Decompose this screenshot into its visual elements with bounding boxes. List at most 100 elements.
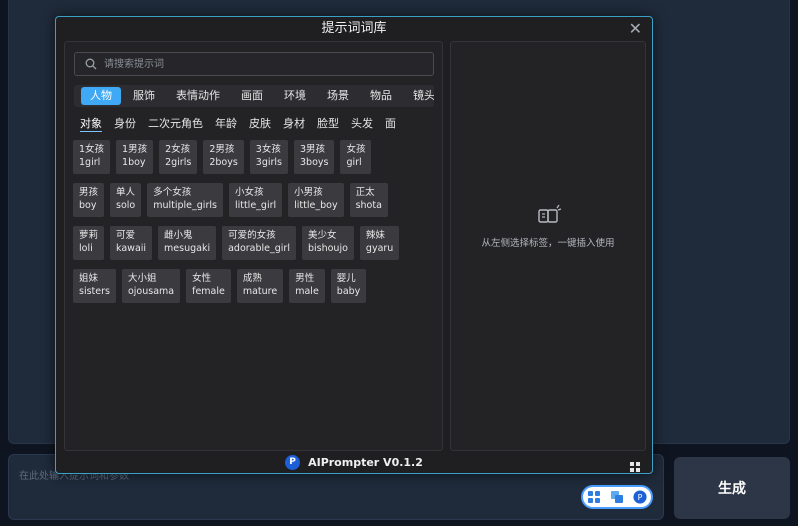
tag-zh-label: 小男孩 — [294, 187, 323, 198]
tab-subcategory-5[interactable]: 身材 — [283, 115, 305, 131]
tag-chip[interactable]: 小男孩 little_boy — [288, 183, 344, 217]
tab-subcategory-4[interactable]: 皮肤 — [249, 115, 271, 131]
tag-chip[interactable]: 可爱 kawaii — [110, 226, 153, 260]
tag-en-label: little_girl — [234, 200, 277, 211]
tag-zh-label: 1男孩 — [122, 144, 148, 155]
tag-en-label: 1boy — [122, 157, 146, 168]
tag-chip[interactable]: 美少女 bishoujo — [301, 226, 354, 260]
tag-zh-label: 美少女 — [307, 230, 337, 241]
dialog-footer: P AIPrompter V0.1.2 — [56, 451, 652, 473]
tag-zh-label: 2女孩 — [165, 144, 191, 155]
svg-text:P: P — [637, 493, 642, 502]
tag-zh-label: 多个女孩 — [153, 187, 192, 198]
tag-chip[interactable]: 女孩 girl — [340, 140, 372, 174]
tag-zh-label: 男性 — [295, 273, 315, 284]
translate-tool-icon[interactable] — [610, 490, 624, 504]
tag-en-label: ojousama — [127, 286, 175, 297]
tag-en-label: 1girl — [79, 157, 101, 168]
aiprompter-tool-icon[interactable]: P — [633, 490, 647, 504]
tag-en-label: girl — [346, 157, 362, 168]
tag-en-label: male — [295, 286, 319, 297]
tag-en-label: mesugaki — [164, 243, 211, 254]
aiprompter-logo: P — [285, 454, 301, 470]
tag-chip[interactable]: 小女孩 little_girl — [228, 183, 283, 217]
search-input[interactable] — [102, 57, 406, 71]
tag-chip[interactable]: 男孩 boy — [73, 183, 105, 217]
tag-en-label: shota — [355, 200, 382, 211]
tag-zh-label: 萝莉 — [79, 230, 99, 241]
tag-chip[interactable]: 2男孩 2boys — [203, 140, 244, 174]
tag-zh-label: 女孩 — [346, 144, 366, 155]
tab-category-6[interactable]: 物品 — [361, 87, 401, 105]
tag-zh-label: 正太 — [355, 187, 375, 198]
tag-chip[interactable]: 3女孩 3girls — [249, 140, 288, 174]
tag-zh-label: 成熟 — [242, 273, 262, 284]
tag-en-label: kawaii — [116, 243, 147, 254]
prompt-library-dialog: 提示词词库 ✕ 人物服饰表情动作画面环境场景物品镜头 对象身份二次元角色年龄皮肤… — [55, 16, 653, 474]
tag-chip[interactable]: 男性 male — [289, 269, 325, 303]
tag-chip[interactable]: 雌小鬼 mesugaki — [158, 226, 217, 260]
tag-zh-label: 单人 — [116, 187, 136, 198]
tag-row: 男孩 boy 单人 solo 多个女孩 multiple_girls 小女孩 little_g… — [73, 183, 438, 217]
tag-chip[interactable]: 正太 shota — [349, 183, 388, 217]
tag-en-label: bishoujo — [307, 243, 348, 254]
tag-zh-label: 女性 — [192, 273, 212, 284]
tag-en-label: female — [192, 286, 225, 297]
tag-chip[interactable]: 女性 female — [186, 269, 231, 303]
tag-chip[interactable]: 1女孩 1girl — [73, 140, 111, 174]
tab-subcategory-1[interactable]: 身份 — [114, 115, 136, 131]
tag-chip[interactable]: 单人 solo — [110, 183, 142, 217]
book-sparkle-icon — [536, 204, 562, 226]
tag-chip[interactable]: 3男孩 3boys — [294, 140, 335, 174]
version-label: AIPrompter V0.1.2 — [308, 455, 423, 469]
generate-button[interactable]: 生成 — [674, 457, 790, 519]
tag-chip[interactable]: 辣妹 gyaru — [359, 226, 400, 260]
tag-zh-label: 2男孩 — [209, 144, 235, 155]
tag-chip[interactable]: 1男孩 1boy — [116, 140, 154, 174]
tag-chip[interactable]: 2女孩 2girls — [159, 140, 198, 174]
grid-tool-icon[interactable] — [587, 490, 601, 504]
search-box[interactable] — [74, 52, 434, 76]
tab-category-1[interactable]: 服饰 — [124, 87, 164, 105]
tab-subcategory-3[interactable]: 年龄 — [215, 115, 237, 131]
tag-zh-label: 辣妹 — [365, 230, 385, 241]
tag-zh-label: 大小姐 — [127, 273, 157, 284]
tab-category-2[interactable]: 表情动作 — [167, 87, 229, 105]
dialog-title: 提示词词库 — [321, 21, 387, 36]
tab-category-4[interactable]: 环境 — [275, 87, 315, 105]
tag-grid: 1女孩 1girl 1男孩 1boy 2女孩 2girls 2男孩 2boys 3女孩 3girl… — [73, 140, 438, 312]
tag-zh-label: 小女孩 — [234, 187, 264, 198]
tag-zh-label: 雌小鬼 — [164, 230, 193, 241]
tab-category-3[interactable]: 画面 — [232, 87, 272, 105]
subcategory-tabs: 对象 身份 二次元角色 年龄 皮肤 身材 脸型 头发面 — [80, 114, 440, 132]
grid-icon[interactable] — [630, 457, 640, 472]
tab-category-5[interactable]: 场景 — [318, 87, 358, 105]
close-icon[interactable]: ✕ — [629, 20, 642, 38]
tag-chip[interactable]: 姐妹 sisters — [73, 269, 116, 303]
tag-chip[interactable]: 大小姐 ojousama — [121, 269, 181, 303]
tag-chip[interactable]: 婴儿 baby — [330, 269, 367, 303]
tag-en-label: solo — [116, 200, 136, 211]
tag-chip[interactable]: 萝莉 loli — [73, 226, 105, 260]
tab-subcategory-6[interactable]: 脸型 — [317, 115, 339, 131]
tag-en-label: gyaru — [365, 243, 394, 254]
tag-chip[interactable]: 成熟 mature — [236, 269, 284, 303]
tag-row: 1女孩 1girl 1男孩 1boy 2女孩 2girls 2男孩 2boys 3女孩 3girl… — [73, 140, 438, 174]
tag-en-label: adorable_girl — [228, 243, 290, 254]
tab-subcategory-0[interactable]: 对象 — [80, 115, 102, 132]
tag-en-label: multiple_girls — [153, 200, 217, 211]
tab-subcategory-8[interactable]: 面 — [385, 115, 396, 131]
tag-chip[interactable]: 多个女孩 multiple_girls — [147, 183, 223, 217]
tab-subcategory-7[interactable]: 头发 — [351, 115, 373, 131]
tab-subcategory-2[interactable]: 二次元角色 — [148, 115, 203, 131]
tag-chip[interactable]: 可爱的女孩 adorable_girl — [222, 226, 296, 260]
tag-en-label: 3boys — [300, 157, 329, 168]
tag-en-label: loli — [79, 243, 93, 254]
tab-category-7[interactable]: 镜头 — [404, 87, 434, 105]
tag-zh-label: 婴儿 — [336, 273, 356, 284]
tag-en-label: boy — [79, 200, 97, 211]
tag-en-label: 3girls — [255, 157, 282, 168]
tag-en-label: little_boy — [294, 200, 338, 211]
tab-category-0[interactable]: 人物 — [81, 87, 121, 105]
tag-zh-label: 男孩 — [79, 187, 99, 198]
